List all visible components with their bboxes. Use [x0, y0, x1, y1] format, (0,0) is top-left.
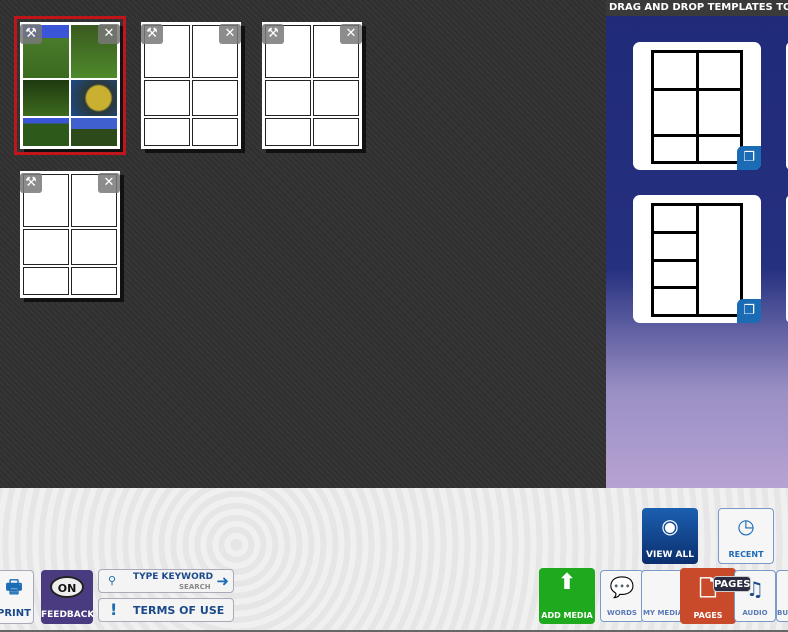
media-cell	[23, 79, 69, 116]
tab-build[interactable]: BUILD	[776, 570, 788, 622]
cell	[71, 228, 117, 265]
add-media-label: ADD MEDIA	[541, 611, 593, 620]
tab-words[interactable]: 💬 WORDS	[600, 570, 644, 622]
terms-of-use-button[interactable]: ! TERMS OF USE	[98, 598, 234, 622]
cell	[23, 228, 69, 265]
page-thumbnail-3[interactable]: ⚒ ✕	[262, 22, 362, 149]
page-canvas[interactable]: ⚒ ✕ ⚒ ✕ ⚒ ✕ ⚒ ✕	[0, 0, 606, 488]
cards-icon: ❐	[737, 146, 761, 170]
recent-button[interactable]: ◷ RECENT	[718, 508, 774, 564]
terms-label: TERMS OF USE	[133, 604, 225, 617]
search-sublabel: SEARCH	[179, 583, 211, 591]
speech-bubble-icon: 💬	[609, 575, 635, 599]
clock-icon: ◷	[737, 514, 755, 538]
search-icon: ⚲	[108, 574, 117, 587]
tab-label: MY MEDIA	[642, 609, 684, 617]
cell	[265, 117, 311, 146]
add-media-button[interactable]: ⬆ ADD MEDIA	[539, 568, 595, 624]
feedback-label: FEEDBACK	[41, 610, 95, 620]
cell	[144, 79, 190, 116]
template-grid-2x3[interactable]: ❐	[633, 42, 761, 170]
media-cell	[71, 79, 117, 116]
feedback-button[interactable]: ON FEEDBACK	[41, 570, 95, 624]
tab-label: WORDS	[607, 609, 637, 617]
cards-icon: ❐	[737, 299, 761, 323]
cell	[265, 79, 311, 116]
cell	[23, 266, 69, 295]
hammer-icon[interactable]: ⚒	[20, 24, 42, 44]
cell	[192, 117, 238, 146]
page-thumbnail-2[interactable]: ⚒ ✕	[141, 22, 241, 149]
eye-icon: ◉	[661, 514, 679, 538]
bottom-toolbar: 🖶 PRINT ON FEEDBACK ⚲ TYPE KEYWORD SEARC…	[0, 488, 788, 632]
print-label: PRINT	[0, 608, 31, 619]
media-cell	[23, 117, 69, 146]
close-icon[interactable]: ✕	[219, 24, 241, 44]
tab-label: AUDIO	[742, 609, 768, 617]
tab-my-media[interactable]: MY MEDIA	[641, 570, 685, 622]
page-thumbnail-4[interactable]: ⚒ ✕	[20, 171, 120, 298]
hammer-icon[interactable]: ⚒	[141, 24, 163, 44]
tab-label: PAGES	[693, 611, 723, 620]
panel-title: DRAG AND DROP TEMPLATES TO A	[606, 0, 788, 16]
exclamation-icon: !	[110, 600, 118, 619]
cell	[71, 266, 117, 295]
view-all-label: VIEW ALL	[646, 550, 694, 560]
upload-arrow-icon: ⬆	[557, 570, 577, 595]
cell	[192, 79, 238, 116]
page-thumbnail-1[interactable]: ⚒ ✕	[14, 16, 126, 155]
media-cell	[71, 117, 117, 146]
hammer-icon[interactable]: ⚒	[262, 24, 284, 44]
search-box[interactable]: ⚲ TYPE KEYWORD SEARCH ➜	[98, 569, 234, 593]
close-icon[interactable]: ✕	[340, 24, 362, 44]
print-button[interactable]: 🖶 PRINT	[0, 570, 34, 624]
view-all-button[interactable]: ◉ VIEW ALL	[642, 508, 698, 564]
cell	[313, 117, 359, 146]
tooltip: PAGES	[713, 576, 751, 592]
search-input[interactable]: TYPE KEYWORD	[133, 572, 213, 582]
printer-icon: 🖶	[5, 577, 23, 598]
cell	[313, 79, 359, 116]
speech-bubble-icon: ON	[50, 576, 84, 598]
close-icon[interactable]: ✕	[98, 24, 120, 44]
template-4-left-1-right[interactable]: ❐	[633, 195, 761, 323]
arrow-right-icon[interactable]: ➜	[216, 572, 229, 590]
recent-label: RECENT	[728, 550, 764, 559]
templates-panel: DRAG AND DROP TEMPLATES TO A ❐ ❐	[606, 0, 788, 488]
tab-label: BUILD	[777, 609, 788, 617]
close-icon[interactable]: ✕	[98, 173, 120, 193]
cell	[144, 117, 190, 146]
hammer-icon[interactable]: ⚒	[20, 173, 42, 193]
